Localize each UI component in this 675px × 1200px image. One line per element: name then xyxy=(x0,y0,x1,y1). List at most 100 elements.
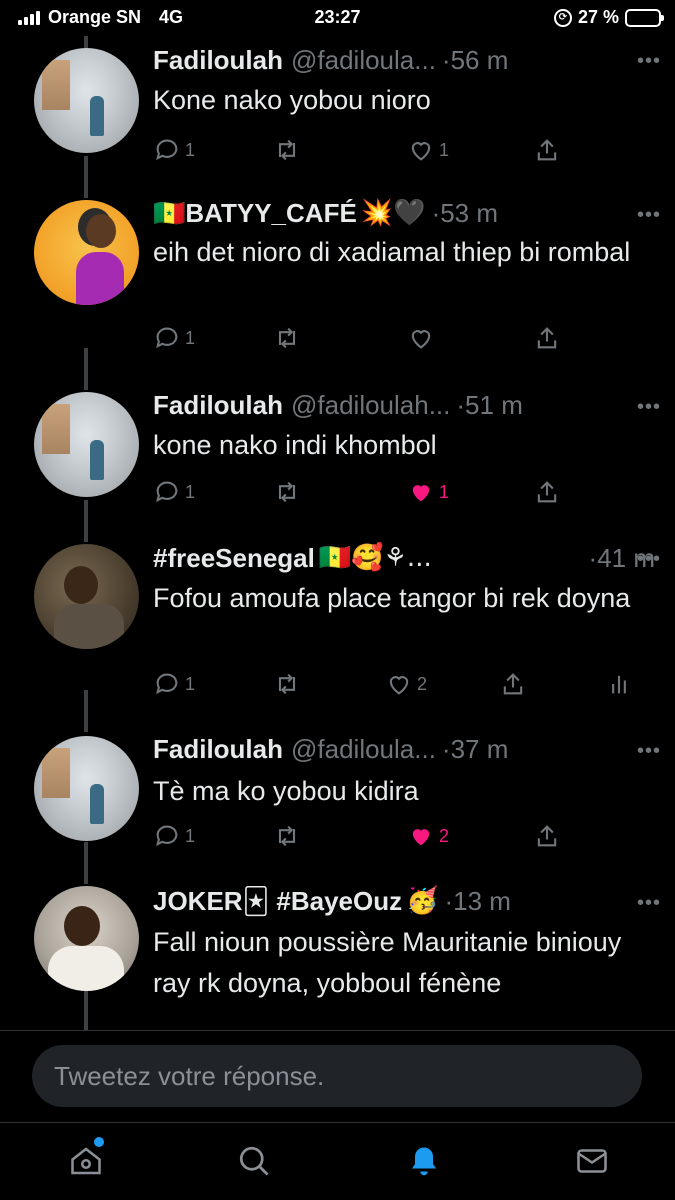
reply-button[interactable]: 1 xyxy=(153,324,195,352)
avatar[interactable] xyxy=(34,736,139,841)
like-count: 2 xyxy=(439,825,450,846)
user-handle[interactable]: @fadiloula... xyxy=(291,734,436,765)
share-icon xyxy=(537,139,557,161)
more-icon[interactable]: ••• xyxy=(637,50,661,73)
retweet-icon xyxy=(278,673,296,695)
display-name[interactable]: Fadiloulah xyxy=(153,390,283,421)
tweet[interactable]: 🇸🇳BATYY_CAFÉ 💥🖤 ·53 m ••• eih det nioro … xyxy=(0,190,675,390)
tweet-time[interactable]: ·56 m xyxy=(442,45,508,76)
like-button[interactable]: 2 xyxy=(385,670,427,698)
display-name[interactable]: #freeSenegal xyxy=(153,543,315,574)
status-right: ⟳ 27 % xyxy=(553,7,664,28)
reply-icon xyxy=(156,825,178,847)
display-name[interactable]: Fadiloulah xyxy=(153,45,283,76)
tweet[interactable]: JOKER🃏 #BayeOuz 🥳 ·13 m ••• Fall nioun p… xyxy=(0,880,675,1030)
reply-button[interactable]: 1 xyxy=(153,822,195,850)
like-button[interactable]: 1 xyxy=(407,136,449,164)
share-icon xyxy=(537,481,557,503)
name-emojis: 💥🖤 xyxy=(360,198,426,228)
tweet-actions: 1 xyxy=(153,324,653,358)
reply-icon xyxy=(156,673,178,695)
name-emojis: 🇸🇳🥰⚘... xyxy=(318,543,432,573)
tweet-text: eih det nioro di xadiamal thiep bi romba… xyxy=(153,237,631,267)
rotation-lock-icon: ⟳ xyxy=(553,8,572,27)
tweet[interactable]: Fadiloulah @fadiloulah... ·51 m ••• kone… xyxy=(0,384,675,534)
twitter-thread-screen: Orange SN 4G 23:27 ⟳ 27 % Fadiloulah @fa… xyxy=(0,0,675,1200)
like-button[interactable]: 2 xyxy=(407,822,449,850)
avatar[interactable] xyxy=(34,200,139,305)
reply-input[interactable] xyxy=(32,1045,642,1107)
heart-icon xyxy=(411,142,431,161)
analytics-button[interactable] xyxy=(605,670,633,698)
like-button[interactable]: 1 xyxy=(407,478,449,506)
share-button[interactable] xyxy=(499,670,527,698)
more-icon[interactable]: ••• xyxy=(637,396,661,419)
more-icon[interactable]: ••• xyxy=(637,892,661,915)
retweet-button[interactable] xyxy=(273,822,301,850)
retweet-button[interactable] xyxy=(273,324,301,352)
share-button[interactable] xyxy=(533,822,561,850)
share-button[interactable] xyxy=(533,136,561,164)
reply-thread[interactable]: Fadiloulah @fadiloula... ·56 m ••• Kone … xyxy=(0,36,675,1030)
analytics-icon xyxy=(612,675,626,694)
tweet-text: Kone nako yobou nioro xyxy=(153,85,431,115)
tweet-text: Fofou amoufa place tangor bi rek doyna xyxy=(153,583,631,613)
tab-search[interactable] xyxy=(234,1141,274,1181)
tweet-header: JOKER🃏 #BayeOuz 🥳 ·13 m xyxy=(153,883,655,919)
more-icon[interactable]: ••• xyxy=(637,548,661,571)
avatar[interactable] xyxy=(34,886,139,991)
new-content-dot xyxy=(94,1137,104,1147)
tab-home[interactable] xyxy=(66,1137,106,1181)
reply-count: 1 xyxy=(185,139,196,160)
reply-button[interactable]: 1 xyxy=(153,670,195,698)
reply-icon xyxy=(156,327,178,349)
heart-icon xyxy=(389,676,409,695)
tweet-actions: 1 2 xyxy=(153,670,653,704)
retweet-icon xyxy=(278,139,296,161)
tweet[interactable]: #freeSenegal 🇸🇳🥰⚘... ·41 m ••• Fofou amo… xyxy=(0,536,675,732)
name-emojis: 🥳 xyxy=(406,886,439,916)
tweet-time[interactable]: ·37 m xyxy=(442,734,508,765)
tweet[interactable]: Fadiloulah @fadiloula... ·37 m ••• Tè ma… xyxy=(0,728,675,878)
reply-icon xyxy=(156,481,178,503)
avatar[interactable] xyxy=(34,392,139,497)
retweet-icon xyxy=(278,825,296,847)
tweet-header: 🇸🇳BATYY_CAFÉ 💥🖤 ·53 m xyxy=(153,195,655,231)
tab-notifications[interactable] xyxy=(404,1141,444,1181)
reply-count: 1 xyxy=(185,673,196,694)
retweet-button[interactable] xyxy=(273,670,301,698)
display-name[interactable]: 🇸🇳BATYY_CAFÉ xyxy=(153,198,357,229)
display-name[interactable]: Fadiloulah xyxy=(153,734,283,765)
reply-composer xyxy=(0,1030,675,1122)
avatar[interactable] xyxy=(34,544,139,649)
tweet-actions: 1 1 xyxy=(153,478,653,512)
tweet-header: Fadiloulah @fadiloula... ·56 m xyxy=(153,42,655,78)
retweet-button[interactable] xyxy=(273,478,301,506)
share-button[interactable] xyxy=(533,478,561,506)
like-count: 1 xyxy=(439,139,450,160)
retweet-button[interactable] xyxy=(273,136,301,164)
heart-filled-icon xyxy=(412,829,430,846)
user-handle[interactable]: @fadiloulah... xyxy=(291,390,450,421)
messages-icon xyxy=(577,1149,607,1173)
avatar[interactable] xyxy=(34,48,139,153)
share-button[interactable] xyxy=(533,324,561,352)
status-bar: Orange SN 4G 23:27 ⟳ 27 % xyxy=(0,0,675,36)
tweet-actions: 1 2 xyxy=(153,822,653,856)
more-icon[interactable]: ••• xyxy=(637,740,661,763)
tweet-text: Tè ma ko yobou kidira xyxy=(153,776,419,806)
reply-button[interactable]: 1 xyxy=(153,136,195,164)
display-name[interactable]: JOKER🃏 #BayeOuz xyxy=(153,886,402,917)
tab-messages[interactable] xyxy=(572,1141,612,1181)
user-handle[interactable]: @fadiloula... xyxy=(291,45,436,76)
tweet-time[interactable]: ·53 m xyxy=(432,198,498,229)
notifications-icon xyxy=(412,1147,436,1176)
tweet-time[interactable]: ·13 m xyxy=(445,886,511,917)
tweet[interactable]: Fadiloulah @fadiloula... ·56 m ••• Kone … xyxy=(0,36,675,196)
heart-filled-icon xyxy=(412,485,430,502)
battery-percent: 27 % xyxy=(577,7,619,27)
like-button[interactable] xyxy=(407,324,435,352)
reply-button[interactable]: 1 xyxy=(153,478,195,506)
tweet-time[interactable]: ·51 m xyxy=(456,390,522,421)
more-icon[interactable]: ••• xyxy=(637,204,661,227)
